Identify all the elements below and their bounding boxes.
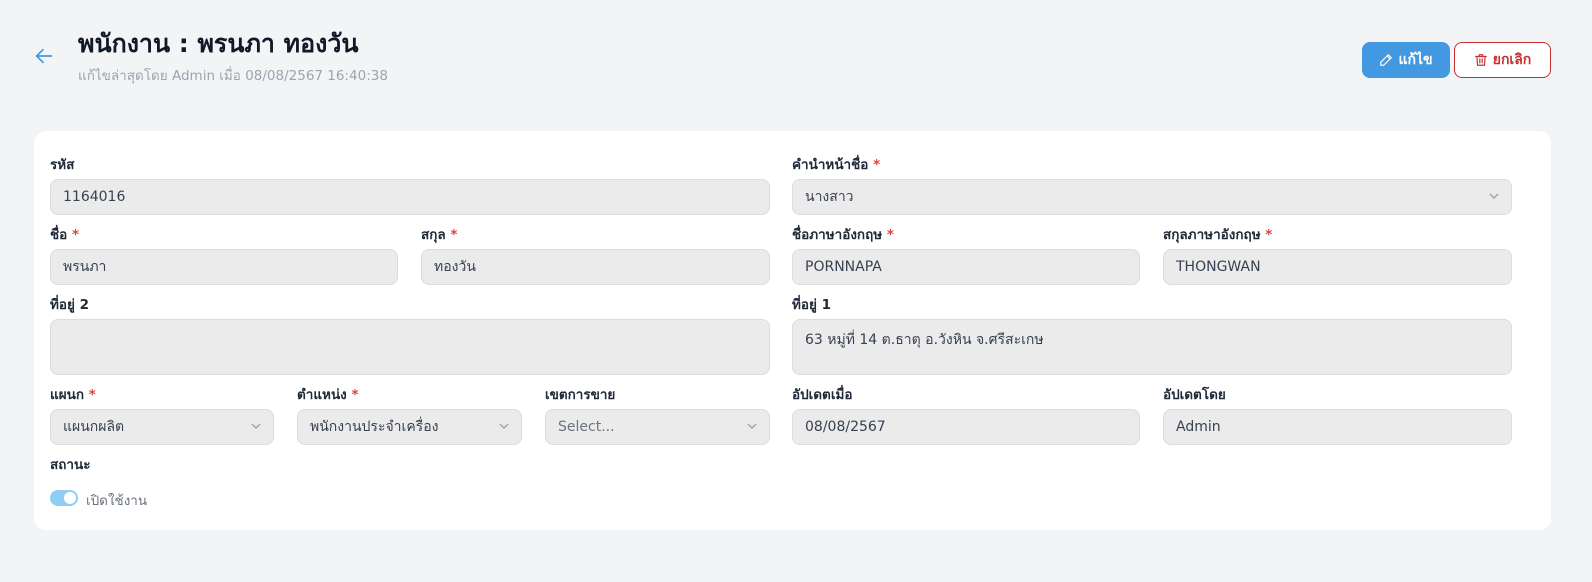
updated-at-label: อัปเดตเมื่อ	[792, 387, 853, 403]
back-button[interactable]	[30, 42, 58, 70]
updated-by-label: อัปเดตโดย	[1163, 387, 1226, 403]
status-toggle-label: เปิดใช้งาน	[86, 493, 148, 509]
department-label: แผนก *	[50, 387, 96, 403]
sales-zone-placeholder: Select...	[558, 419, 615, 435]
chevron-down-icon	[499, 423, 509, 429]
prefix-label: คำนำหน้าชื่อ *	[792, 157, 881, 173]
department-select[interactable]: แผนกผลิต	[50, 409, 274, 445]
pencil-icon	[1380, 54, 1393, 66]
edit-button[interactable]: แก้ไข	[1362, 42, 1450, 78]
address1-value: 63 หมู่ที่ 14 ต.ธาตุ อ.วังหิน จ.ศรีสะเกษ	[805, 332, 1044, 348]
code-label: รหัส	[50, 157, 75, 173]
sales-zone-label: เขตการขาย	[545, 387, 616, 403]
prefix-value: นางสาว	[805, 189, 854, 205]
updated-by-field[interactable]: Admin	[1163, 409, 1512, 445]
chevron-down-icon	[747, 423, 757, 429]
position-label: ตำแหน่ง *	[297, 387, 359, 403]
chevron-down-icon	[251, 423, 261, 429]
last-name-value: ทองวัน	[434, 259, 476, 275]
page-header: พนักงาน : พรนภา ทองวัน แก้ไขล่าสุดโดย Ad…	[0, 0, 1592, 110]
edit-button-label: แก้ไข	[1398, 52, 1433, 68]
last-name-label: สกุล *	[421, 227, 458, 243]
toggle-knob	[64, 492, 76, 504]
status-toggle[interactable]	[50, 490, 78, 506]
arrow-left-icon	[35, 48, 53, 64]
first-name-en-field[interactable]: PORNNAPA	[792, 249, 1140, 285]
first-name-label: ชื่อ *	[50, 227, 80, 243]
first-name-en-value: PORNNAPA	[805, 259, 882, 275]
first-name-en-label: ชื่อภาษาอังกฤษ *	[792, 227, 894, 243]
position-value: พนักงานประจำเครื่อง	[310, 419, 439, 435]
code-value: 1164016	[63, 189, 126, 205]
address2-textarea[interactable]	[50, 319, 770, 375]
department-value: แผนกผลิต	[63, 419, 125, 435]
last-name-en-label: สกุลภาษาอังกฤษ *	[1163, 227, 1273, 243]
trash-icon	[1474, 54, 1487, 66]
sales-zone-select[interactable]: Select...	[545, 409, 770, 445]
address1-label: ที่อยู่ 1	[792, 297, 832, 313]
updated-by-value: Admin	[1176, 419, 1221, 435]
updated-at-field[interactable]: 08/08/2567	[792, 409, 1140, 445]
chevron-down-icon	[1489, 193, 1499, 199]
status-label: สถานะ	[50, 457, 91, 473]
address1-textarea[interactable]: 63 หมู่ที่ 14 ต.ธาตุ อ.วังหิน จ.ศรีสะเกษ	[792, 319, 1512, 375]
position-select[interactable]: พนักงานประจำเครื่อง	[297, 409, 522, 445]
cancel-button[interactable]: ยกเลิก	[1454, 42, 1551, 78]
first-name-field[interactable]: พรนภา	[50, 249, 398, 285]
first-name-value: พรนภา	[63, 259, 107, 275]
last-name-en-value: THONGWAN	[1176, 259, 1261, 275]
prefix-select[interactable]: นางสาว	[792, 179, 1512, 215]
code-field[interactable]: 1164016	[50, 179, 770, 215]
last-name-field[interactable]: ทองวัน	[421, 249, 770, 285]
updated-at-value: 08/08/2567	[805, 419, 886, 435]
last-name-en-field[interactable]: THONGWAN	[1163, 249, 1512, 285]
employee-form: รหัส 1164016 คำนำหน้าชื่อ * นางสาว ชื่อ …	[34, 131, 1551, 530]
last-edited-info: แก้ไขล่าสุดโดย Admin เมื่อ 08/08/2567 16…	[78, 68, 388, 84]
cancel-button-label: ยกเลิก	[1492, 52, 1532, 68]
page-title: พนักงาน : พรนภา ทองวัน	[78, 29, 359, 58]
address2-label: ที่อยู่ 2	[50, 297, 90, 313]
